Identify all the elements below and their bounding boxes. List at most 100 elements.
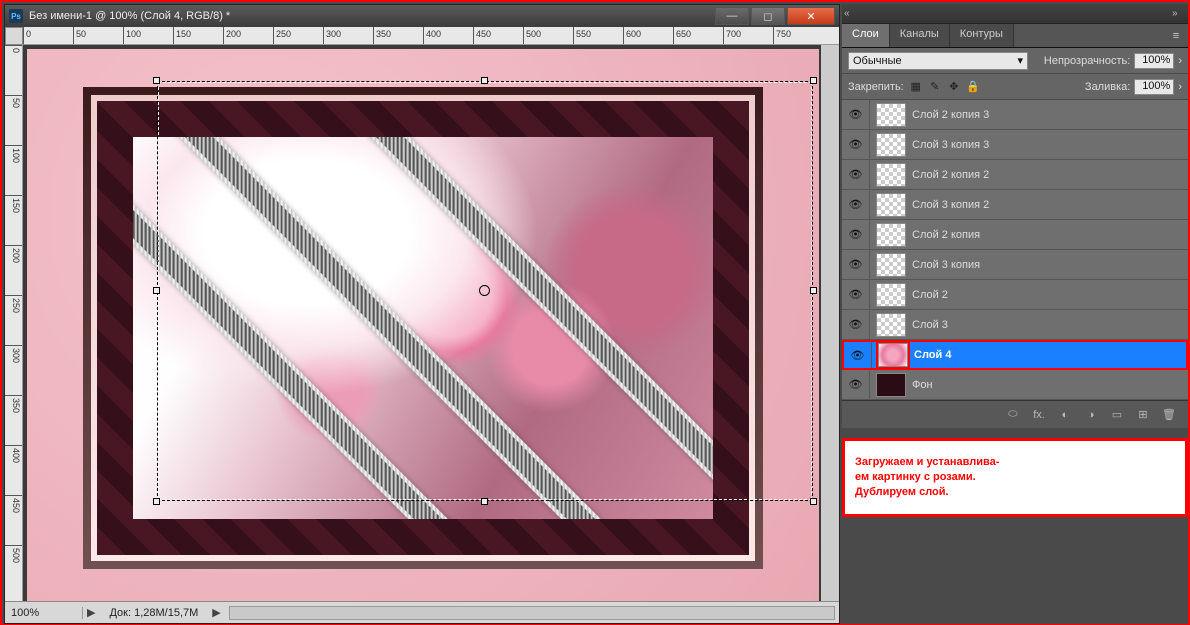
layer-thumbnail[interactable] bbox=[876, 103, 906, 127]
transform-handle-s[interactable] bbox=[481, 498, 488, 505]
layer-row[interactable]: 👁 Слой 2 bbox=[842, 280, 1188, 310]
ruler-tick: 550 bbox=[573, 27, 591, 45]
scrollbar-vertical[interactable] bbox=[821, 45, 839, 601]
visibility-icon[interactable]: 👁 bbox=[842, 100, 870, 129]
tab-channels[interactable]: Каналы bbox=[890, 24, 950, 47]
layer-name-label[interactable]: Слой 2 bbox=[912, 289, 1188, 301]
layer-row[interactable]: 👁 Фон bbox=[842, 370, 1188, 400]
tab-paths[interactable]: Контуры bbox=[950, 24, 1014, 47]
layer-row[interactable]: 👁 Слой 3 копия bbox=[842, 250, 1188, 280]
layer-name-label[interactable]: Фон bbox=[912, 379, 1188, 391]
chevron-icon[interactable]: › bbox=[1178, 81, 1182, 93]
document-window: Ps Без имени-1 @ 100% (Слой 4, RGB/8) * … bbox=[4, 4, 840, 624]
layer-name-label[interactable]: Слой 2 копия bbox=[912, 229, 1188, 241]
transform-handle-ne[interactable] bbox=[810, 77, 817, 84]
ruler-tick: 150 bbox=[173, 27, 191, 45]
ruler-tick: 350 bbox=[373, 27, 391, 45]
document-canvas[interactable] bbox=[27, 49, 819, 601]
status-arrow[interactable]: ▶ bbox=[208, 606, 224, 619]
transform-handle-se[interactable] bbox=[810, 498, 817, 505]
transform-handle-sw[interactable] bbox=[153, 498, 160, 505]
adjustment-icon[interactable]: ◑ bbox=[1082, 406, 1100, 424]
visibility-icon[interactable]: 👁 bbox=[842, 310, 870, 339]
tab-layers[interactable]: Слои bbox=[842, 24, 890, 47]
layer-name-label[interactable]: Слой 2 копия 2 bbox=[912, 169, 1188, 181]
layer-thumbnail[interactable] bbox=[876, 223, 906, 247]
lock-row: Закрепить: ▦ ✎ ✥ 🔒 Заливка: 100% › bbox=[842, 74, 1188, 100]
lock-all-icon[interactable]: 🔒 bbox=[965, 79, 981, 95]
layer-row[interactable]: 👁 Слой 3 копия 3 bbox=[842, 130, 1188, 160]
fill-input[interactable]: 100% bbox=[1134, 79, 1174, 95]
zoom-field[interactable]: 100% bbox=[5, 607, 83, 619]
layer-row[interactable]: 👁 Слой 2 копия 2 bbox=[842, 160, 1188, 190]
layer-thumbnail[interactable] bbox=[876, 253, 906, 277]
opacity-input[interactable]: 100% bbox=[1134, 53, 1174, 69]
visibility-icon[interactable]: 👁 bbox=[842, 190, 870, 219]
collapse-icon[interactable]: « bbox=[844, 7, 858, 21]
doc-size-label: Док: 1,28M/15,7M bbox=[99, 607, 208, 619]
layer-name-label[interactable]: Слой 4 bbox=[914, 349, 1186, 361]
status-arrow[interactable]: ▶ bbox=[83, 606, 99, 619]
transform-center[interactable] bbox=[479, 285, 490, 296]
layer-thumbnail[interactable] bbox=[876, 313, 906, 337]
ruler-tick: 400 bbox=[5, 445, 23, 463]
lock-transparent-icon[interactable]: ▦ bbox=[908, 79, 924, 95]
scrollbar-horizontal[interactable] bbox=[229, 606, 835, 620]
visibility-icon[interactable]: 👁 bbox=[844, 342, 872, 368]
layer-thumbnail[interactable] bbox=[876, 163, 906, 187]
visibility-icon[interactable]: 👁 bbox=[842, 220, 870, 249]
tutorial-line: Загружаем и устанавлива- bbox=[855, 455, 1175, 470]
transform-bounding-box[interactable] bbox=[157, 81, 813, 501]
ruler-vertical[interactable]: 050100150200250300350400450500 bbox=[5, 45, 23, 601]
trash-icon[interactable]: 🗑 bbox=[1160, 406, 1178, 424]
layer-row[interactable]: 👁 Слой 2 копия bbox=[842, 220, 1188, 250]
ruler-tick: 50 bbox=[73, 27, 86, 45]
layer-row[interactable]: 👁 Слой 3 копия 2 bbox=[842, 190, 1188, 220]
transform-handle-w[interactable] bbox=[153, 287, 160, 294]
layer-thumbnail[interactable] bbox=[876, 373, 906, 397]
ruler-horizontal[interactable]: 0501001502002503003504004505005506006507… bbox=[23, 27, 839, 45]
lock-paint-icon[interactable]: ✎ bbox=[927, 79, 943, 95]
minimize-button[interactable]: — bbox=[715, 7, 749, 25]
fx-icon[interactable]: fx. bbox=[1030, 406, 1048, 424]
link-layers-icon[interactable]: ⬭ bbox=[1004, 406, 1022, 424]
group-icon[interactable]: ▭ bbox=[1108, 406, 1126, 424]
fill-label: Заливка: bbox=[1085, 81, 1130, 93]
layer-name-label[interactable]: Слой 3 копия 2 bbox=[912, 199, 1188, 211]
new-layer-icon[interactable]: ⊞ bbox=[1134, 406, 1152, 424]
visibility-icon[interactable]: 👁 bbox=[842, 250, 870, 279]
layer-name-label[interactable]: Слой 3 копия 3 bbox=[912, 139, 1188, 151]
layer-row[interactable]: 👁 Слой 4 bbox=[842, 340, 1188, 370]
layer-name-label[interactable]: Слой 3 копия bbox=[912, 259, 1188, 271]
visibility-icon[interactable]: 👁 bbox=[842, 280, 870, 309]
transform-handle-n[interactable] bbox=[481, 77, 488, 84]
canvas-area[interactable] bbox=[23, 45, 821, 601]
titlebar[interactable]: Ps Без имени-1 @ 100% (Слой 4, RGB/8) * … bbox=[5, 5, 839, 27]
lock-move-icon[interactable]: ✥ bbox=[946, 79, 962, 95]
transform-handle-e[interactable] bbox=[810, 287, 817, 294]
chevron-icon[interactable]: › bbox=[1178, 55, 1182, 67]
ruler-tick: 200 bbox=[223, 27, 241, 45]
visibility-icon[interactable]: 👁 bbox=[842, 130, 870, 159]
layer-name-label[interactable]: Слой 2 копия 3 bbox=[912, 109, 1188, 121]
blend-mode-select[interactable]: Обычные ▾ bbox=[848, 52, 1028, 70]
layer-name-label[interactable]: Слой 3 bbox=[912, 319, 1188, 331]
layer-thumbnail[interactable] bbox=[878, 343, 908, 367]
layer-thumbnail[interactable] bbox=[876, 193, 906, 217]
maximize-button[interactable]: ◻ bbox=[751, 7, 785, 25]
panel-flyout-icon[interactable]: ≡ bbox=[1164, 24, 1188, 47]
layers-list: 👁 Слой 2 копия 3 👁 Слой 3 копия 3 👁 Слой 2 ко… bbox=[842, 100, 1188, 400]
layer-thumbnail[interactable] bbox=[876, 283, 906, 307]
visibility-icon[interactable]: 👁 bbox=[842, 160, 870, 189]
layer-row[interactable]: 👁 Слой 3 bbox=[842, 310, 1188, 340]
ruler-corner[interactable] bbox=[5, 27, 23, 45]
ruler-tick: 50 bbox=[5, 95, 23, 108]
close-button[interactable]: ✕ bbox=[787, 7, 835, 25]
transform-handle-nw[interactable] bbox=[153, 77, 160, 84]
panel-menu-icon[interactable]: » bbox=[1172, 7, 1186, 21]
layer-row[interactable]: 👁 Слой 2 копия 3 bbox=[842, 100, 1188, 130]
visibility-icon[interactable]: 👁 bbox=[842, 370, 870, 399]
mask-icon[interactable]: ◐ bbox=[1056, 406, 1074, 424]
layer-thumbnail[interactable] bbox=[876, 133, 906, 157]
panel-header[interactable]: « » bbox=[842, 4, 1188, 24]
